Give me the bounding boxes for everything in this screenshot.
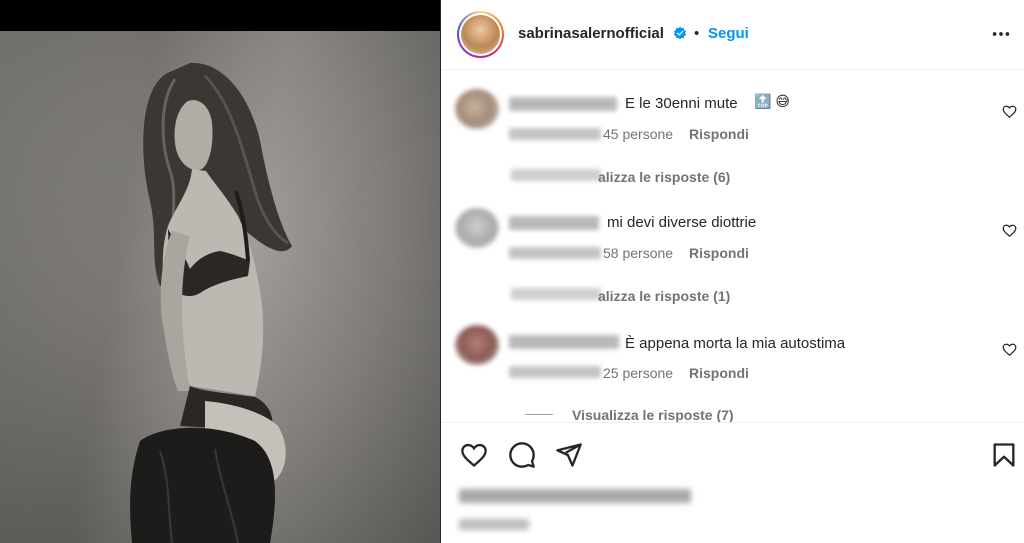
view-replies-button[interactable]: alizza le risposte (1) xyxy=(598,288,730,304)
avatar-image xyxy=(461,15,500,54)
avatar-border xyxy=(459,13,502,56)
post-media xyxy=(0,0,440,543)
comment-avatar[interactable] xyxy=(455,325,499,365)
comment-meta-blurred xyxy=(509,366,601,378)
likes-count-blurred[interactable] xyxy=(459,489,691,503)
heart-icon[interactable] xyxy=(460,441,488,469)
comment-likes[interactable]: 45 persone xyxy=(603,126,673,142)
comment-username-blurred[interactable] xyxy=(509,216,599,230)
post-photo[interactable] xyxy=(0,31,440,543)
comment-text: E le 30enni mute xyxy=(625,95,738,112)
comment-text: È appena morta la mia autostima xyxy=(625,335,846,352)
view-replies-line-blurred xyxy=(511,288,601,300)
comment-text: mi devi diverse diottrie xyxy=(607,214,757,231)
photo-subject xyxy=(130,62,292,543)
comment-username-blurred[interactable] xyxy=(509,97,617,111)
comment-icon[interactable] xyxy=(508,441,536,469)
comments-list: E le 30enni mute 🔝 😅 45 persone Rispondi… xyxy=(441,71,1024,422)
comment-likes[interactable]: 58 persone xyxy=(603,245,673,261)
comment-username-blurred[interactable] xyxy=(509,335,619,349)
view-replies-line xyxy=(525,414,553,415)
comment-emoji: 🔝 😅 xyxy=(754,93,790,109)
follow-button[interactable]: Segui xyxy=(708,25,749,42)
comment-meta-blurred xyxy=(509,128,601,140)
post-date-blurred xyxy=(459,519,529,530)
comment-avatar[interactable] xyxy=(455,208,499,248)
username[interactable]: sabrinasalernofficial xyxy=(518,25,664,42)
view-replies-button[interactable]: alizza le risposte (6) xyxy=(598,169,730,185)
comment-avatar[interactable] xyxy=(455,89,499,129)
share-icon[interactable] xyxy=(555,441,583,469)
post-header: sabrinasalernofficial • Segui xyxy=(441,0,1024,70)
reply-button[interactable]: Rispondi xyxy=(689,126,749,142)
post-side-panel: sabrinasalernofficial • Segui E le 30enn… xyxy=(441,0,1024,543)
comment-heart-icon[interactable] xyxy=(1002,104,1017,119)
view-replies-line-blurred xyxy=(511,169,601,181)
header-separator: • xyxy=(694,25,700,42)
bookmark-icon[interactable] xyxy=(990,441,1018,469)
comment-meta-blurred xyxy=(509,247,601,259)
view-replies-button[interactable]: Visualizza le risposte (7) xyxy=(572,407,734,422)
avatar[interactable] xyxy=(457,11,504,58)
comment-likes[interactable]: 25 persone xyxy=(603,365,673,381)
comment-heart-icon[interactable] xyxy=(1002,223,1017,238)
more-options-icon[interactable] xyxy=(990,23,1012,45)
verified-badge-icon xyxy=(673,26,687,40)
post-actions xyxy=(441,422,1024,543)
reply-button[interactable]: Rispondi xyxy=(689,245,749,261)
reply-button[interactable]: Rispondi xyxy=(689,365,749,381)
comment-heart-icon[interactable] xyxy=(1002,342,1017,357)
